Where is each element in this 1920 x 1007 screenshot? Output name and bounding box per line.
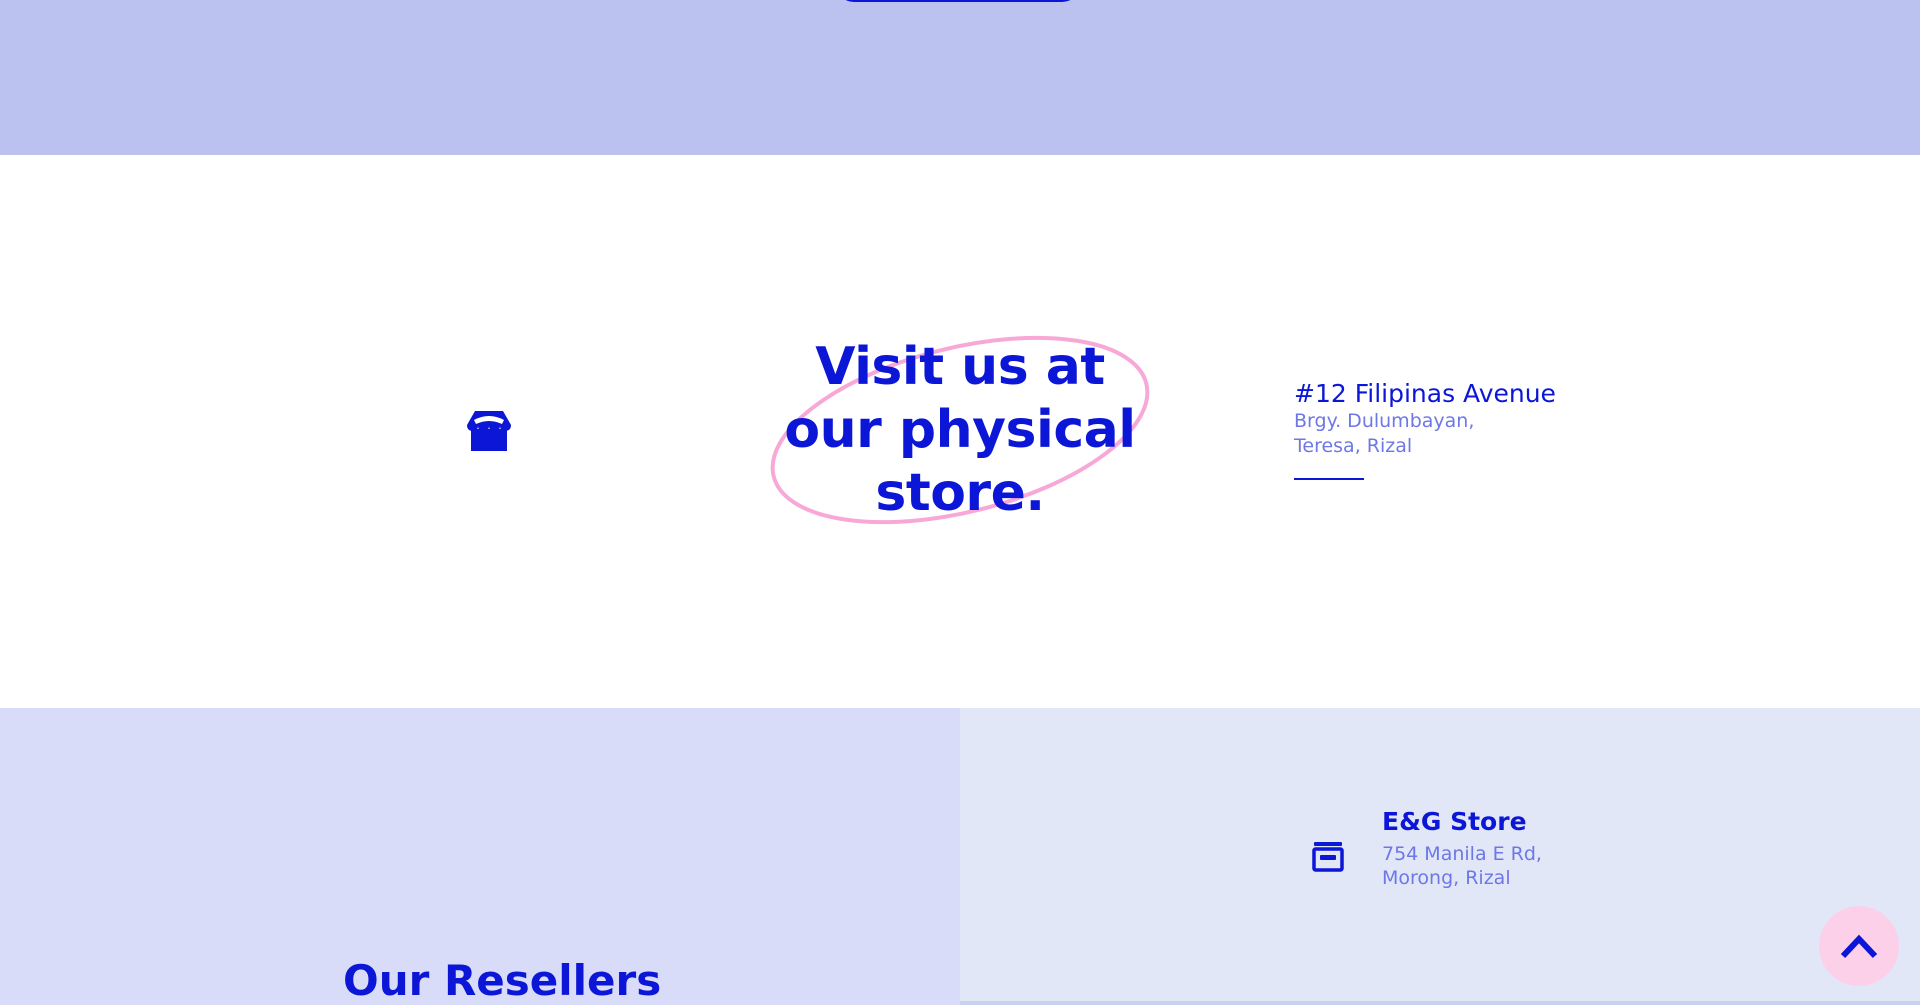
reseller-name: E&G Store (1382, 807, 1527, 836)
store-address: #12 Filipinas Avenue Brgy. Dulumbayan, T… (1294, 379, 1654, 480)
reseller-divider (960, 1001, 1920, 1005)
banner-button[interactable] (836, 0, 1080, 2)
store-headline: Visit us at our physical store. (784, 337, 1136, 523)
store-icon (1311, 839, 1345, 873)
storefront-icon (466, 408, 512, 454)
store-address-locality: Brgy. Dulumbayan, Teresa, Rizal (1294, 410, 1475, 457)
top-banner-section (0, 0, 1920, 155)
scroll-to-top-button[interactable] (1819, 906, 1899, 986)
store-headline-block: Visit us at our physical store. (760, 320, 1160, 540)
store-address-street: #12 Filipinas Avenue (1294, 379, 1556, 408)
chevron-up-icon (1840, 934, 1878, 959)
reseller-address: 754 Manila E Rd, Morong, Rizal (1382, 843, 1542, 889)
address-underline (1294, 478, 1364, 480)
resellers-title: Our Resellers (343, 956, 662, 1005)
